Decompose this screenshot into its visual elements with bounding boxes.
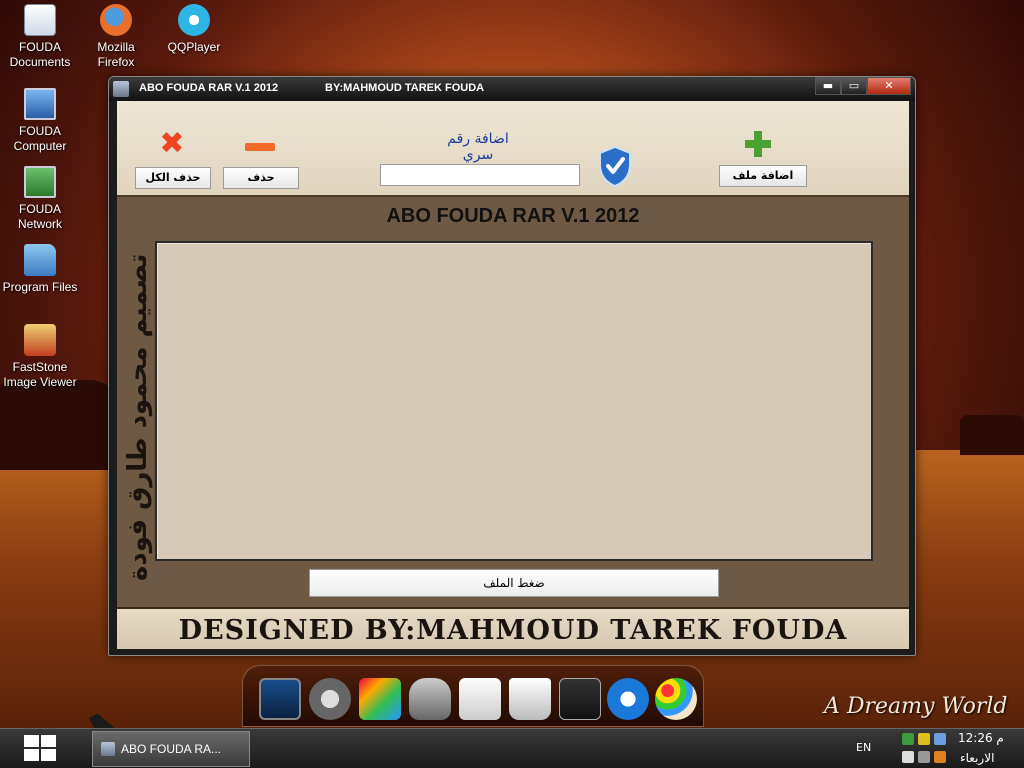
window-controls: ▬ ▭ ✕ (815, 77, 911, 95)
desktop-icon-label: Documents (9, 55, 71, 69)
desktop-icon-computer[interactable]: FOUDA Computer (0, 88, 80, 154)
windows-logo-icon (41, 749, 56, 761)
desktop-icon-label: Firefox (97, 55, 135, 69)
desktop-icon-label: Program Files (2, 280, 78, 294)
taskbar-item-abo-fouda-rar[interactable]: ABO FOUDA RA... (92, 731, 250, 767)
minimize-button[interactable]: ▬ (815, 77, 841, 95)
desktop-icon-label: Computer (13, 139, 67, 153)
windows-logo-icon (24, 749, 39, 761)
desktop-icon-label: Mozilla (97, 40, 135, 54)
app-window: ABO FOUDA RAR V.1 2012 BY:MAHMOUD TAREK … (108, 76, 916, 656)
desktop-icon-label: FastStone (12, 360, 68, 374)
tray-network-icon[interactable] (902, 751, 914, 763)
plus-icon[interactable] (745, 131, 771, 157)
system-tray (896, 731, 946, 767)
shield-check-icon[interactable] (597, 145, 633, 187)
close-button[interactable]: ✕ (867, 77, 911, 95)
window-title-author: BY:MAHMOUD TAREK FOUDA (325, 82, 485, 94)
start-button[interactable] (24, 735, 58, 763)
desktop-icon-program-files[interactable]: Program Files (0, 244, 80, 295)
minus-icon[interactable] (245, 143, 275, 151)
taskbar-item-label: ABO FOUDA RA... (121, 742, 222, 756)
desktop-icon-network[interactable]: FOUDA Network (0, 166, 80, 232)
vertical-designer-caption: تصميم محمود طارق فودة (123, 253, 153, 581)
taskbar: ABO FOUDA RA... EN 12:26 م الاربعاء (0, 728, 1024, 768)
compress-file-button[interactable]: ضغط الملف (309, 569, 719, 597)
app-icon (101, 742, 115, 756)
desktop-icon-label: Network (17, 217, 62, 231)
display-icon[interactable] (559, 678, 601, 720)
main-title: ABO FOUDA RAR V.1 2012 (386, 205, 640, 227)
window-title: ABO FOUDA RAR V.1 2012 (139, 82, 279, 94)
recycle-bin-icon[interactable] (509, 678, 551, 720)
window-client-area: ✖ حذف الكل حذف اضافة رقم سري اضافة ملف A… (117, 101, 909, 649)
tray-tools-icon[interactable] (934, 751, 946, 763)
tray-shield-icon[interactable] (902, 733, 914, 745)
add-file-button[interactable]: اضافة ملف (719, 165, 807, 187)
desktop-icon-label: QQPlayer (167, 40, 221, 54)
clock-time[interactable]: 12:26 م (958, 731, 1004, 745)
file-list[interactable] (155, 241, 873, 561)
paint-palette-icon[interactable] (655, 678, 697, 720)
settings-gear-icon[interactable] (309, 678, 351, 720)
photos-icon[interactable] (359, 678, 401, 720)
close-x-icon[interactable]: ✖ (157, 129, 187, 159)
desktop-icon-documents[interactable]: FOUDA Documents (0, 4, 80, 70)
clock-day[interactable]: الاربعاء (960, 751, 994, 765)
desktop-icon-label: FOUDA (19, 202, 61, 216)
desktop-icon-faststone[interactable]: FastStone Image Viewer (0, 324, 80, 390)
window-titlebar[interactable]: ABO FOUDA RAR V.1 2012 BY:MAHMOUD TAREK … (109, 77, 915, 101)
documents-icon (24, 4, 56, 36)
dock (242, 665, 704, 727)
desktop-icon-firefox[interactable]: Mozilla Firefox (76, 4, 156, 70)
firefox-icon (100, 4, 132, 36)
desktop-icon-qqplayer[interactable]: QQPlayer (154, 4, 234, 55)
desktop-icon-label: FOUDA (19, 40, 61, 54)
network-icon (24, 166, 56, 198)
qqplayer-icon (178, 4, 210, 36)
monitor-icon[interactable] (259, 678, 301, 720)
document-icon[interactable] (459, 678, 501, 720)
password-label: اضافة رقم سري (447, 131, 509, 163)
desktop-background-mesa (0, 380, 120, 470)
toolbar: ✖ حذف الكل حذف اضافة رقم سري اضافة ملف (117, 101, 909, 197)
desktop-icon-label: FOUDA (19, 124, 61, 138)
desktop-icon-label: Image Viewer (3, 375, 77, 389)
tray-app-icon[interactable] (918, 733, 930, 745)
maximize-button[interactable]: ▭ (841, 77, 867, 95)
folder-icon (24, 244, 56, 276)
windows-logo-icon (24, 735, 39, 747)
tray-volume-icon[interactable] (918, 751, 930, 763)
app-icon (113, 81, 129, 97)
windows-logo-icon (41, 735, 56, 747)
password-input[interactable] (380, 164, 580, 186)
wallpaper-watermark: A Dreamy World (824, 694, 1008, 719)
footer: DESIGNED BY:MAHMOUD TAREK FOUDA (117, 607, 909, 649)
footer-designer-text: DESIGNED BY:MAHMOUD TAREK FOUDA (178, 615, 848, 646)
desktop-background-mesa (960, 415, 1024, 455)
tray-app-icon[interactable] (934, 733, 946, 745)
faststone-eye-icon (24, 324, 56, 356)
drive-icon[interactable] (409, 678, 451, 720)
language-indicator[interactable]: EN (856, 741, 871, 754)
computer-icon (24, 88, 56, 120)
internet-explorer-icon[interactable] (607, 678, 649, 720)
delete-all-button[interactable]: حذف الكل (135, 167, 211, 189)
delete-button[interactable]: حذف (223, 167, 299, 189)
